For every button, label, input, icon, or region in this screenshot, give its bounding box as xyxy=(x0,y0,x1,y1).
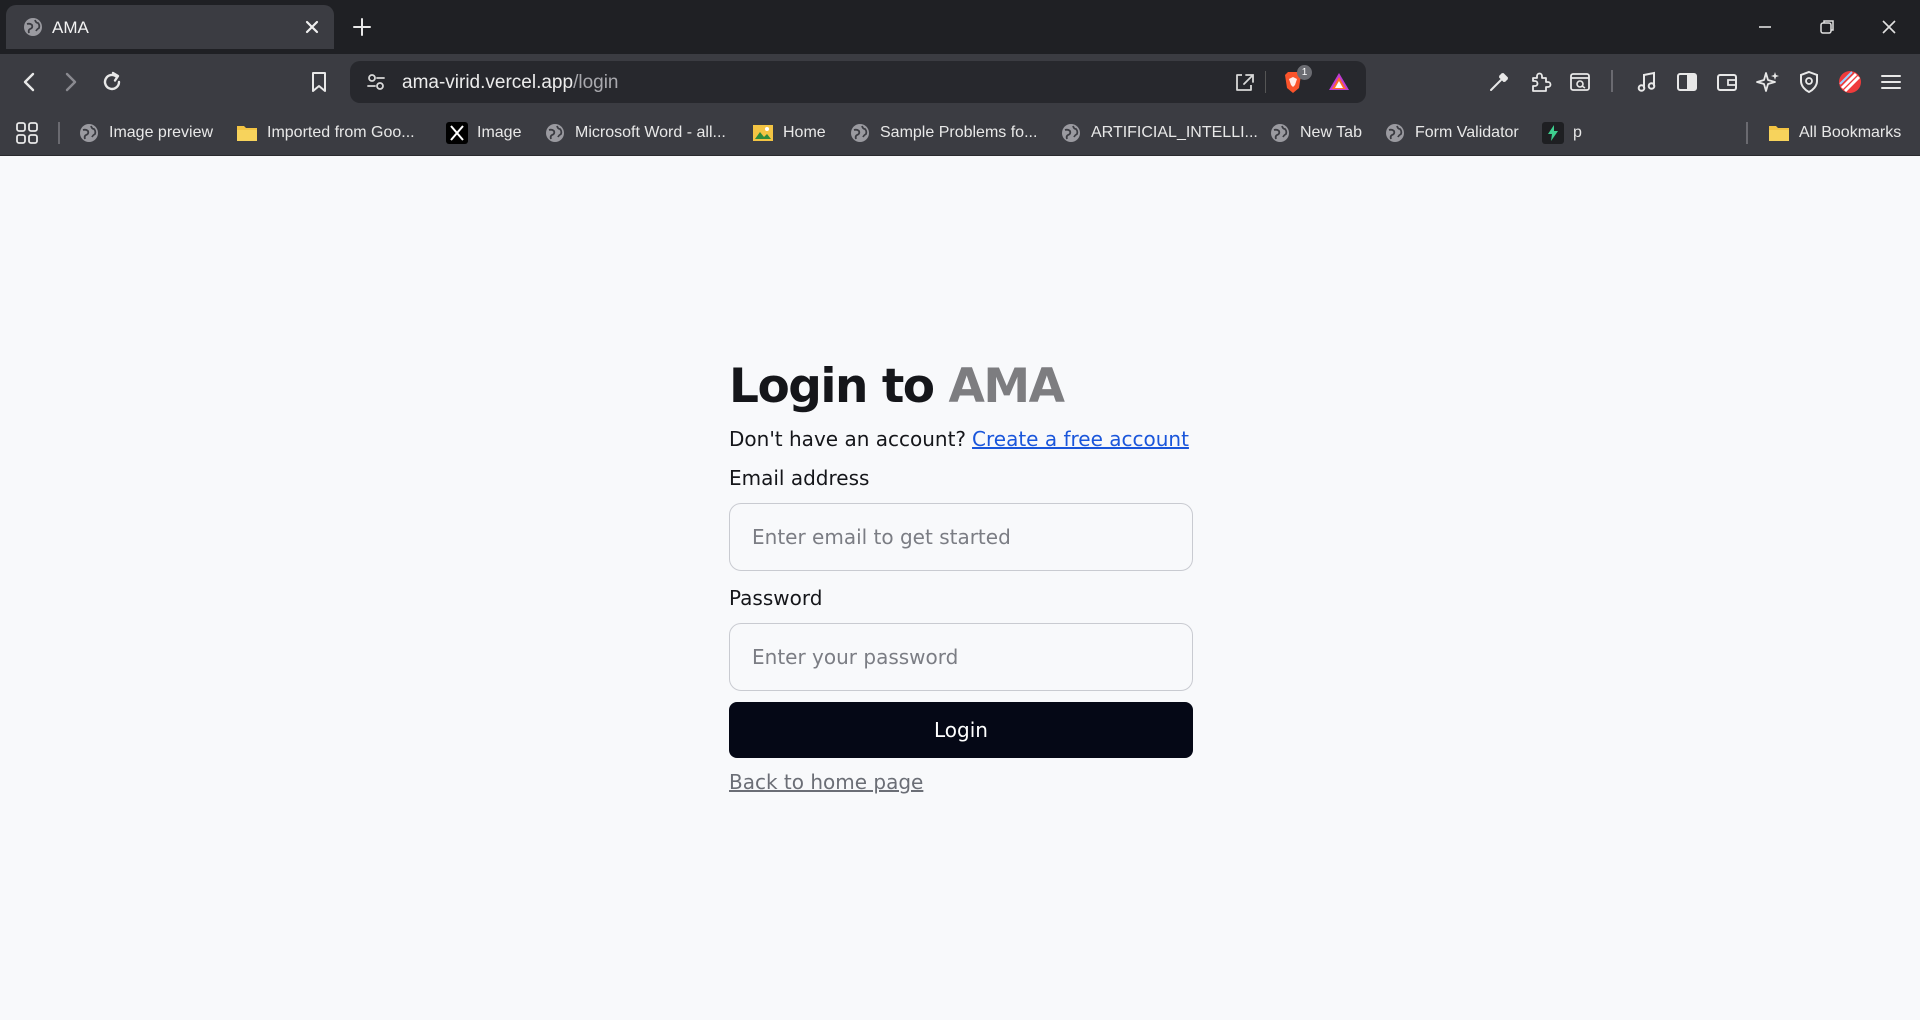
address-bar[interactable]: ama-virid.vercel.app/login 1 xyxy=(350,61,1366,103)
wallet-icon[interactable] xyxy=(1713,68,1741,96)
back-to-home-link[interactable]: Back to home page xyxy=(729,770,923,794)
create-account-link[interactable]: Create a free account xyxy=(972,427,1189,451)
browser-tab[interactable]: AMA xyxy=(6,5,334,49)
brave-rewards-icon[interactable] xyxy=(1325,68,1353,96)
login-button[interactable]: Login xyxy=(729,702,1193,758)
folder-icon xyxy=(1769,126,1789,141)
title-main: Login to xyxy=(729,359,935,414)
site-settings-icon[interactable] xyxy=(362,68,390,96)
bookmark-label: Form Validator xyxy=(1415,124,1519,141)
globe-icon xyxy=(24,18,42,36)
bookmark-item[interactable]: Form Validator xyxy=(1384,120,1519,146)
media-music-icon[interactable] xyxy=(1633,68,1661,96)
bookmark-label: ARTIFICIAL_INTELLI... xyxy=(1091,124,1258,141)
email-field[interactable] xyxy=(729,503,1193,571)
url-host: ama-virid.vercel.app xyxy=(402,72,574,93)
bookmark-item[interactable]: Imported from Goo... xyxy=(236,120,415,146)
bookmark-item[interactable]: Image xyxy=(446,120,521,146)
vpn-shield-icon[interactable] xyxy=(1795,68,1823,96)
password-label: Password xyxy=(729,586,823,610)
forward-arrow-icon[interactable] xyxy=(56,68,84,96)
reload-icon[interactable] xyxy=(98,68,126,96)
bookmark-item[interactable]: Image preview xyxy=(78,120,213,146)
globe-icon xyxy=(546,124,564,142)
x-logo-icon xyxy=(446,122,468,144)
bookmark-label: p xyxy=(1573,124,1582,141)
email-label: Email address xyxy=(729,466,870,490)
bolt-icon xyxy=(1542,122,1564,144)
globe-icon xyxy=(80,124,98,142)
url-text: ama-virid.vercel.app/login xyxy=(402,72,619,94)
url-path: /login xyxy=(573,72,619,93)
share-icon[interactable] xyxy=(1230,68,1258,96)
globe-icon xyxy=(1386,124,1404,142)
leo-ai-sparkle-icon[interactable] xyxy=(1754,68,1782,96)
bookmark-label: Imported from Goo... xyxy=(267,124,415,141)
shields-count-badge: 1 xyxy=(1297,65,1312,80)
bookmark-item[interactable]: p xyxy=(1542,120,1582,146)
bookmarks-bar: Image preview Imported from Goo... Image… xyxy=(0,110,1920,156)
extensions-puzzle-icon[interactable] xyxy=(1526,68,1554,96)
image-icon xyxy=(753,125,773,141)
bookmark-label: Microsoft Word - all... xyxy=(575,124,726,141)
globe-icon xyxy=(1062,124,1080,142)
signup-prompt: Don't have an account? Create a free acco… xyxy=(729,423,1193,455)
close-window-icon[interactable] xyxy=(1876,14,1902,40)
bookmark-item[interactable]: Home xyxy=(752,120,826,146)
signup-prompt-text: Don't have an account? xyxy=(729,427,967,451)
folder-icon xyxy=(237,126,257,141)
title-brand: AMA xyxy=(948,359,1065,414)
bookmark-label: New Tab xyxy=(1300,124,1362,141)
back-arrow-icon[interactable] xyxy=(16,68,44,96)
apps-grid-icon[interactable] xyxy=(13,119,41,147)
profile-avatar-icon[interactable] xyxy=(1836,68,1864,96)
globe-icon xyxy=(851,124,869,142)
bookmark-item[interactable]: Microsoft Word - all... xyxy=(544,120,726,146)
bookmark-label: Image xyxy=(477,124,522,141)
sidebar-toggle-icon[interactable] xyxy=(1673,68,1701,96)
bookmark-label: Sample Problems fo... xyxy=(880,124,1038,141)
new-tab-plus-icon[interactable] xyxy=(350,15,374,39)
bookmark-item[interactable]: ARTIFICIAL_INTELLI... xyxy=(1060,120,1258,146)
minimize-icon[interactable] xyxy=(1752,14,1778,40)
bookmark-label: Home xyxy=(783,124,826,141)
login-form: Login to AMA Don't have an account? Creat… xyxy=(729,357,1193,794)
all-bookmarks-folder[interactable]: All Bookmarks xyxy=(1768,120,1901,146)
reader-search-icon[interactable] xyxy=(1566,68,1594,96)
toolbar-divider xyxy=(1611,70,1613,92)
tab-strip: AMA xyxy=(0,0,1920,54)
globe-icon xyxy=(1271,124,1289,142)
close-icon[interactable] xyxy=(302,17,322,37)
bookmark-item[interactable]: New Tab xyxy=(1269,120,1362,146)
all-bookmarks-label: All Bookmarks xyxy=(1799,124,1902,141)
page-content: Login to AMA Don't have an account? Creat… xyxy=(0,157,1920,1020)
tab-title: AMA xyxy=(52,18,89,37)
password-field[interactable] xyxy=(729,623,1193,691)
menu-hamburger-icon[interactable] xyxy=(1877,68,1905,96)
page-title: Login to AMA xyxy=(729,357,1193,417)
color-picker-icon[interactable] xyxy=(1485,68,1513,96)
bookmarks-divider xyxy=(1746,122,1748,144)
bookmark-icon[interactable] xyxy=(305,68,333,96)
omnibox-divider xyxy=(1265,71,1266,93)
bookmark-item[interactable]: Sample Problems fo... xyxy=(849,120,1037,146)
browser-toolbar: ama-virid.vercel.app/login 1 xyxy=(0,54,1920,110)
restore-icon[interactable] xyxy=(1814,14,1840,40)
bookmarks-divider xyxy=(58,122,60,144)
bookmark-label: Image preview xyxy=(109,124,214,141)
